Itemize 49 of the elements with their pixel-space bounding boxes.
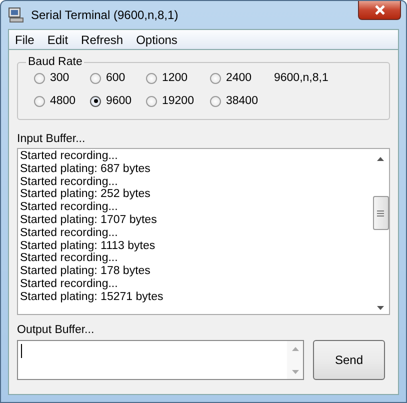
radio-label[interactable]: 2400 <box>226 72 252 84</box>
window-title: Serial Terminal (9600,n,8,1) <box>31 8 178 22</box>
log-line: Started recording... <box>20 226 119 240</box>
radio-label[interactable]: 9600 <box>106 95 132 107</box>
radio-label[interactable]: 300 <box>50 72 70 84</box>
radio-button[interactable] <box>146 96 157 106</box>
computer-icon <box>8 7 24 23</box>
output-buffer-label: Output Buffer... <box>17 324 96 336</box>
group-title: Baud Rate <box>27 56 84 68</box>
output-buffer-field[interactable] <box>17 340 304 380</box>
close-icon <box>374 5 386 15</box>
radio-label[interactable]: 38400 <box>226 95 258 107</box>
log-line: Started recording... <box>20 150 119 163</box>
log-line: Started recording... <box>20 252 119 266</box>
radio-button[interactable] <box>146 72 157 84</box>
radio-label[interactable]: 4800 <box>50 95 76 107</box>
close-button[interactable] <box>358 1 401 20</box>
grip-icon <box>377 210 384 216</box>
radio-button[interactable] <box>210 96 221 106</box>
scroll-thumb[interactable] <box>372 196 388 230</box>
radio-button[interactable] <box>90 96 101 106</box>
input-buffer[interactable] <box>17 148 390 315</box>
log-line: Started recording... <box>20 201 119 214</box>
radio-label[interactable]: 19200 <box>162 95 194 107</box>
log-line: Started plating: 178 bytes <box>20 265 152 278</box>
serial-setting: 9600,n,8,1 <box>274 72 330 84</box>
menu-item[interactable]: Edit <box>41 32 76 46</box>
radio-button[interactable] <box>210 72 221 84</box>
scroll-up-icon <box>292 347 298 351</box>
menu-item[interactable]: Refresh <box>75 32 130 46</box>
scroll-down-icon <box>377 306 384 310</box>
radio-label[interactable]: 600 <box>106 72 126 84</box>
send-button[interactable]: Send <box>313 340 385 380</box>
log-line: Started recording... <box>20 176 119 188</box>
radio-button[interactable] <box>34 96 45 106</box>
menu-item[interactable]: Options <box>130 32 184 46</box>
scroll-up-icon <box>377 157 384 161</box>
menu-item[interactable]: File <box>9 32 42 46</box>
scroll-down-icon <box>292 370 298 374</box>
log-line: Started plating: 1707 bytes <box>20 214 158 227</box>
log-line: Started plating: 15271 bytes <box>20 290 164 304</box>
radio-label[interactable]: 1200 <box>162 72 188 84</box>
radio-button[interactable] <box>34 72 45 84</box>
radio-button[interactable] <box>90 72 101 84</box>
input-buffer-label: Input Buffer... <box>17 133 86 145</box>
log-line: Started plating: 1113 bytes <box>20 240 156 252</box>
log-line: Started recording... <box>20 278 119 291</box>
log-line: Started plating: 687 bytes <box>20 162 152 176</box>
log-line: Started plating: 252 bytes <box>20 188 152 202</box>
